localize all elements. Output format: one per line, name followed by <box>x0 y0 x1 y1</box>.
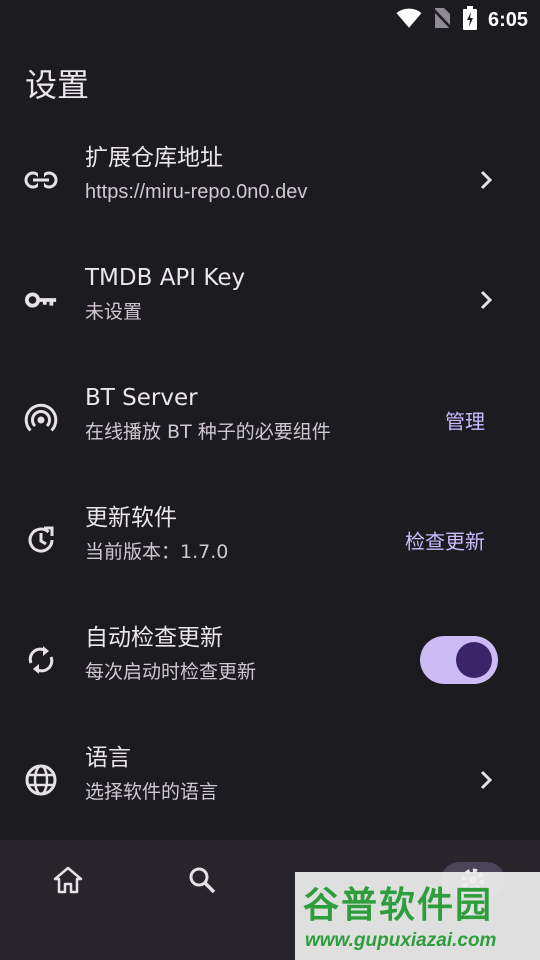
setting-repo-url[interactable]: 扩展仓库地址 https://miru-repo.0n0.dev <box>0 120 540 240</box>
status-time: 6:05 <box>487 8 528 31</box>
auto-check-update-toggle[interactable] <box>420 636 498 684</box>
setting-title: 扩展仓库地址 <box>85 145 223 171</box>
search-icon <box>170 862 234 898</box>
battery-charging-icon <box>462 6 478 34</box>
check-update-button[interactable]: 检查更新 <box>405 526 485 555</box>
setting-auto-check-update[interactable]: 自动检查更新 每次启动时检查更新 <box>0 600 540 720</box>
chevron-right-icon <box>476 768 496 792</box>
setting-subtitle: 每次启动时检查更新 <box>85 661 257 683</box>
setting-tmdb-api-key[interactable]: TMDB API Key 未设置 <box>0 240 540 360</box>
setting-subtitle: 未设置 <box>85 301 143 323</box>
chevron-right-icon <box>476 168 496 192</box>
setting-subtitle: https://miru-repo.0n0.dev <box>85 181 308 203</box>
toggle-knob <box>456 642 492 678</box>
setting-update-software: 更新软件 当前版本：1.7.0 检查更新 <box>0 480 540 600</box>
watermark: 谷普软件园 www.gupuxiazai.com <box>295 872 540 960</box>
globe-icon <box>24 763 58 797</box>
link-icon <box>24 163 58 197</box>
setting-bt-server: BT Server 在线播放 BT 种子的必要组件 管理 <box>0 360 540 480</box>
setting-subtitle: 当前版本：1.7.0 <box>85 541 229 563</box>
chevron-right-icon <box>476 288 496 312</box>
wifi-icon <box>396 7 422 33</box>
setting-subtitle: 选择软件的语言 <box>85 781 219 803</box>
setting-title: 自动检查更新 <box>85 625 223 651</box>
setting-title: 语言 <box>85 745 131 771</box>
nav-item-home[interactable] <box>23 862 113 942</box>
setting-title: BT Server <box>85 385 198 411</box>
no-sim-icon <box>432 7 452 33</box>
setting-title: 更新软件 <box>85 505 177 531</box>
watermark-title: 谷普软件园 <box>303 885 494 926</box>
setting-language[interactable]: 语言 选择软件的语言 <box>0 720 540 840</box>
page-title: 设置 <box>25 66 90 104</box>
watermark-url: www.gupuxiazai.com <box>305 930 497 951</box>
sync-icon <box>24 643 58 677</box>
key-icon <box>24 283 58 317</box>
manage-bt-server-button[interactable]: 管理 <box>445 406 485 435</box>
setting-title: TMDB API Key <box>85 265 246 291</box>
settings-list: 扩展仓库地址 https://miru-repo.0n0.dev TMDB AP… <box>0 120 540 840</box>
home-icon <box>36 862 100 898</box>
broadcast-icon <box>24 403 58 437</box>
status-bar: 6:05 <box>0 0 540 38</box>
nav-item-search[interactable] <box>157 862 247 942</box>
update-icon <box>24 523 58 557</box>
setting-subtitle: 在线播放 BT 种子的必要组件 <box>85 421 331 443</box>
